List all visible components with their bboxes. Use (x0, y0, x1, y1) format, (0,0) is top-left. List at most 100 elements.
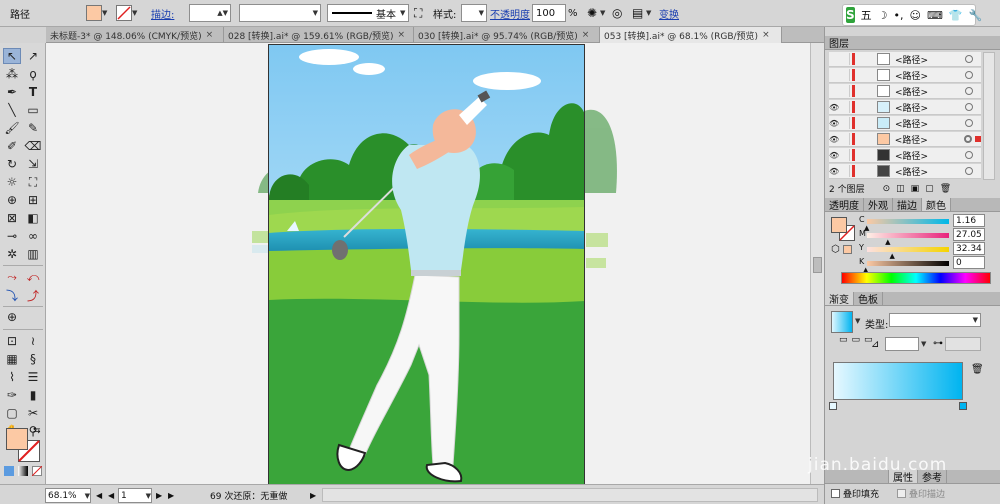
layer-row[interactable]: 👁 <路径> (829, 116, 981, 131)
stroke-weight-input[interactable]: ▲▼ (189, 4, 231, 22)
style-select[interactable]: ▼ (461, 4, 487, 22)
overprint-fill-checkbox[interactable] (831, 489, 840, 498)
color-mode-icons[interactable] (4, 466, 42, 476)
curvature-tool-icon[interactable]: ⤴ (24, 287, 42, 303)
slice-tool-icon[interactable]: ≀ (24, 333, 42, 349)
tab-030[interactable]: 030 [转换].ai* @ 95.74% (RGB/预览) × (414, 27, 600, 43)
delete-stop-icon[interactable]: 🗑 (971, 364, 984, 375)
yellow-slider[interactable] (867, 247, 949, 252)
fill-color-box[interactable] (6, 428, 28, 450)
blob-brush-tool-icon[interactable]: ✐ (3, 138, 21, 154)
wrench-icon[interactable]: 🔧 (969, 9, 983, 22)
scrollbar-thumb[interactable] (813, 257, 822, 273)
make-clipping-mask-icon[interactable]: ◫ (896, 184, 905, 194)
layer-row[interactable]: 👁 <路径> (829, 164, 981, 179)
recolor-icon[interactable]: ✺ (587, 4, 597, 22)
transform-link[interactable]: 变换 (659, 4, 679, 22)
target-icon[interactable] (965, 103, 973, 111)
layer-row[interactable]: 👁 <路径> (829, 100, 981, 115)
locate-object-icon[interactable]: ⊙ (883, 184, 891, 194)
layer-row-selected[interactable]: 👁 <路径> (829, 132, 981, 147)
layer-row[interactable]: <路径> (829, 52, 981, 67)
target-icon[interactable] (965, 119, 973, 127)
gradient-slider[interactable] (833, 362, 963, 400)
gradient-tool-icon[interactable]: ◧ (24, 210, 42, 226)
variable-width-select[interactable]: ▼ (239, 4, 321, 22)
swap-colors-icon[interactable]: ⇆ (33, 426, 41, 436)
ime-mode-label[interactable]: 五 (861, 7, 872, 23)
pencil-tool-icon[interactable]: ✎ (24, 120, 42, 136)
yellow-value[interactable]: 32.34 (953, 242, 985, 255)
gradient-thumbnail-dropdown-icon[interactable]: ▼ (855, 317, 860, 325)
gradient-icon[interactable] (18, 466, 28, 476)
gradient-thumbnail[interactable] (831, 311, 853, 333)
punct-icon[interactable]: •, (894, 9, 904, 22)
visibility-icon[interactable]: 👁 (829, 103, 839, 112)
swirl-tool-icon[interactable]: § (24, 351, 42, 367)
type-tool-icon[interactable]: T (24, 84, 42, 100)
next-page-icon[interactable]: ▶ (156, 488, 162, 503)
gradient-type-select[interactable]: ▼ (889, 313, 981, 327)
gradient-stroke-icons[interactable]: ▭ ▭ ▭ (839, 335, 873, 345)
web-safe-swatch[interactable] (843, 245, 852, 254)
paintbrush-tool-icon[interactable]: 🖌 (3, 120, 21, 136)
last-page-icon[interactable]: ▶ (168, 488, 174, 503)
moon-icon[interactable]: ☽ (878, 9, 888, 22)
layers-scrollbar[interactable] (983, 52, 995, 180)
rotate-tool-icon[interactable]: ↻ (3, 156, 21, 172)
status-menu-icon[interactable]: ▶ (310, 488, 316, 503)
tab-028[interactable]: 028 [转换].ai* @ 159.61% (RGB/预览) × (224, 27, 414, 43)
magenta-slider[interactable] (867, 233, 949, 238)
blend-tool-icon[interactable]: ∞ (24, 228, 42, 244)
delete-layer-icon[interactable]: 🗑 (940, 184, 951, 194)
color-icon[interactable] (4, 466, 14, 476)
cyan-slider[interactable] (867, 219, 949, 224)
black-value[interactable]: 0 (953, 256, 985, 269)
none-icon[interactable] (32, 466, 42, 476)
magenta-slider-thumb[interactable]: ▲ (885, 238, 890, 246)
grid-tool-icon[interactable]: ▦ (3, 351, 21, 367)
knife-tool-icon[interactable]: ✂ (24, 405, 42, 421)
yellow-slider-thumb[interactable]: ▲ (890, 252, 895, 260)
layer-row[interactable]: 👁 <路径> (829, 148, 981, 163)
free-transform-tool-icon[interactable]: ⛶ (24, 174, 42, 190)
aspect-input[interactable] (945, 337, 981, 351)
close-icon[interactable]: × (762, 30, 770, 40)
close-icon[interactable]: × (206, 30, 214, 40)
tab-transparency[interactable]: 透明度 (825, 198, 864, 212)
layer-row[interactable]: <路径> (829, 68, 981, 83)
opacity-link[interactable]: 不透明度 (490, 4, 530, 22)
fill-stroke-indicator[interactable] (831, 217, 855, 241)
target-icon[interactable] (964, 135, 973, 143)
mesh-tool-icon[interactable]: ⊠ (3, 210, 21, 226)
tab-053[interactable]: 053 [转换].ai* @ 68.1% (RGB/预览) × (600, 27, 782, 43)
layer-row[interactable]: <路径> (829, 84, 981, 99)
close-icon[interactable]: × (398, 30, 406, 40)
width-tool-icon[interactable]: ⤳ (3, 269, 21, 285)
align-tool-icon[interactable]: ☰ (24, 369, 42, 385)
vertical-scrollbar[interactable] (810, 43, 824, 484)
align-icon[interactable]: ▤ (632, 4, 643, 22)
angle-dropdown-icon[interactable]: ▼ (921, 340, 926, 348)
target-icon[interactable] (965, 87, 973, 95)
target-icon[interactable] (965, 151, 973, 159)
tab-color[interactable]: 颜色 (922, 198, 951, 212)
keyboard-icon[interactable]: ⌨ (927, 9, 943, 22)
crop-tool-icon[interactable]: ▢ (3, 405, 21, 421)
layers-panel-header[interactable]: 图层 (825, 36, 1000, 50)
brush-select[interactable]: 基本 ▼ (327, 4, 409, 22)
fill-swatch[interactable]: ▼ (86, 4, 110, 22)
align-dropdown-icon[interactable]: ▼ (646, 4, 651, 22)
globe-icon[interactable]: ◎ (612, 4, 622, 22)
overprint-fill-row[interactable]: 叠印填充 (831, 487, 879, 500)
prev-page-icon[interactable]: ◀ (108, 488, 114, 503)
shape-builder-tool-icon[interactable]: ⊕ (3, 192, 21, 208)
scale-tool-icon[interactable]: ⇲ (24, 156, 42, 172)
opacity-input[interactable]: 100 (532, 4, 566, 22)
out-of-gamut-icon[interactable]: ⬡ (831, 244, 840, 255)
magenta-value[interactable]: 27.05 (953, 228, 985, 241)
selection-tool-icon[interactable]: ↖ (3, 48, 21, 64)
horizontal-scrollbar[interactable] (322, 488, 818, 502)
tab-untitled-3[interactable]: 未标题-3* @ 148.06% (CMYK/预览) × (46, 27, 224, 43)
perspective-grid-tool-icon[interactable]: ⊞ (24, 192, 42, 208)
